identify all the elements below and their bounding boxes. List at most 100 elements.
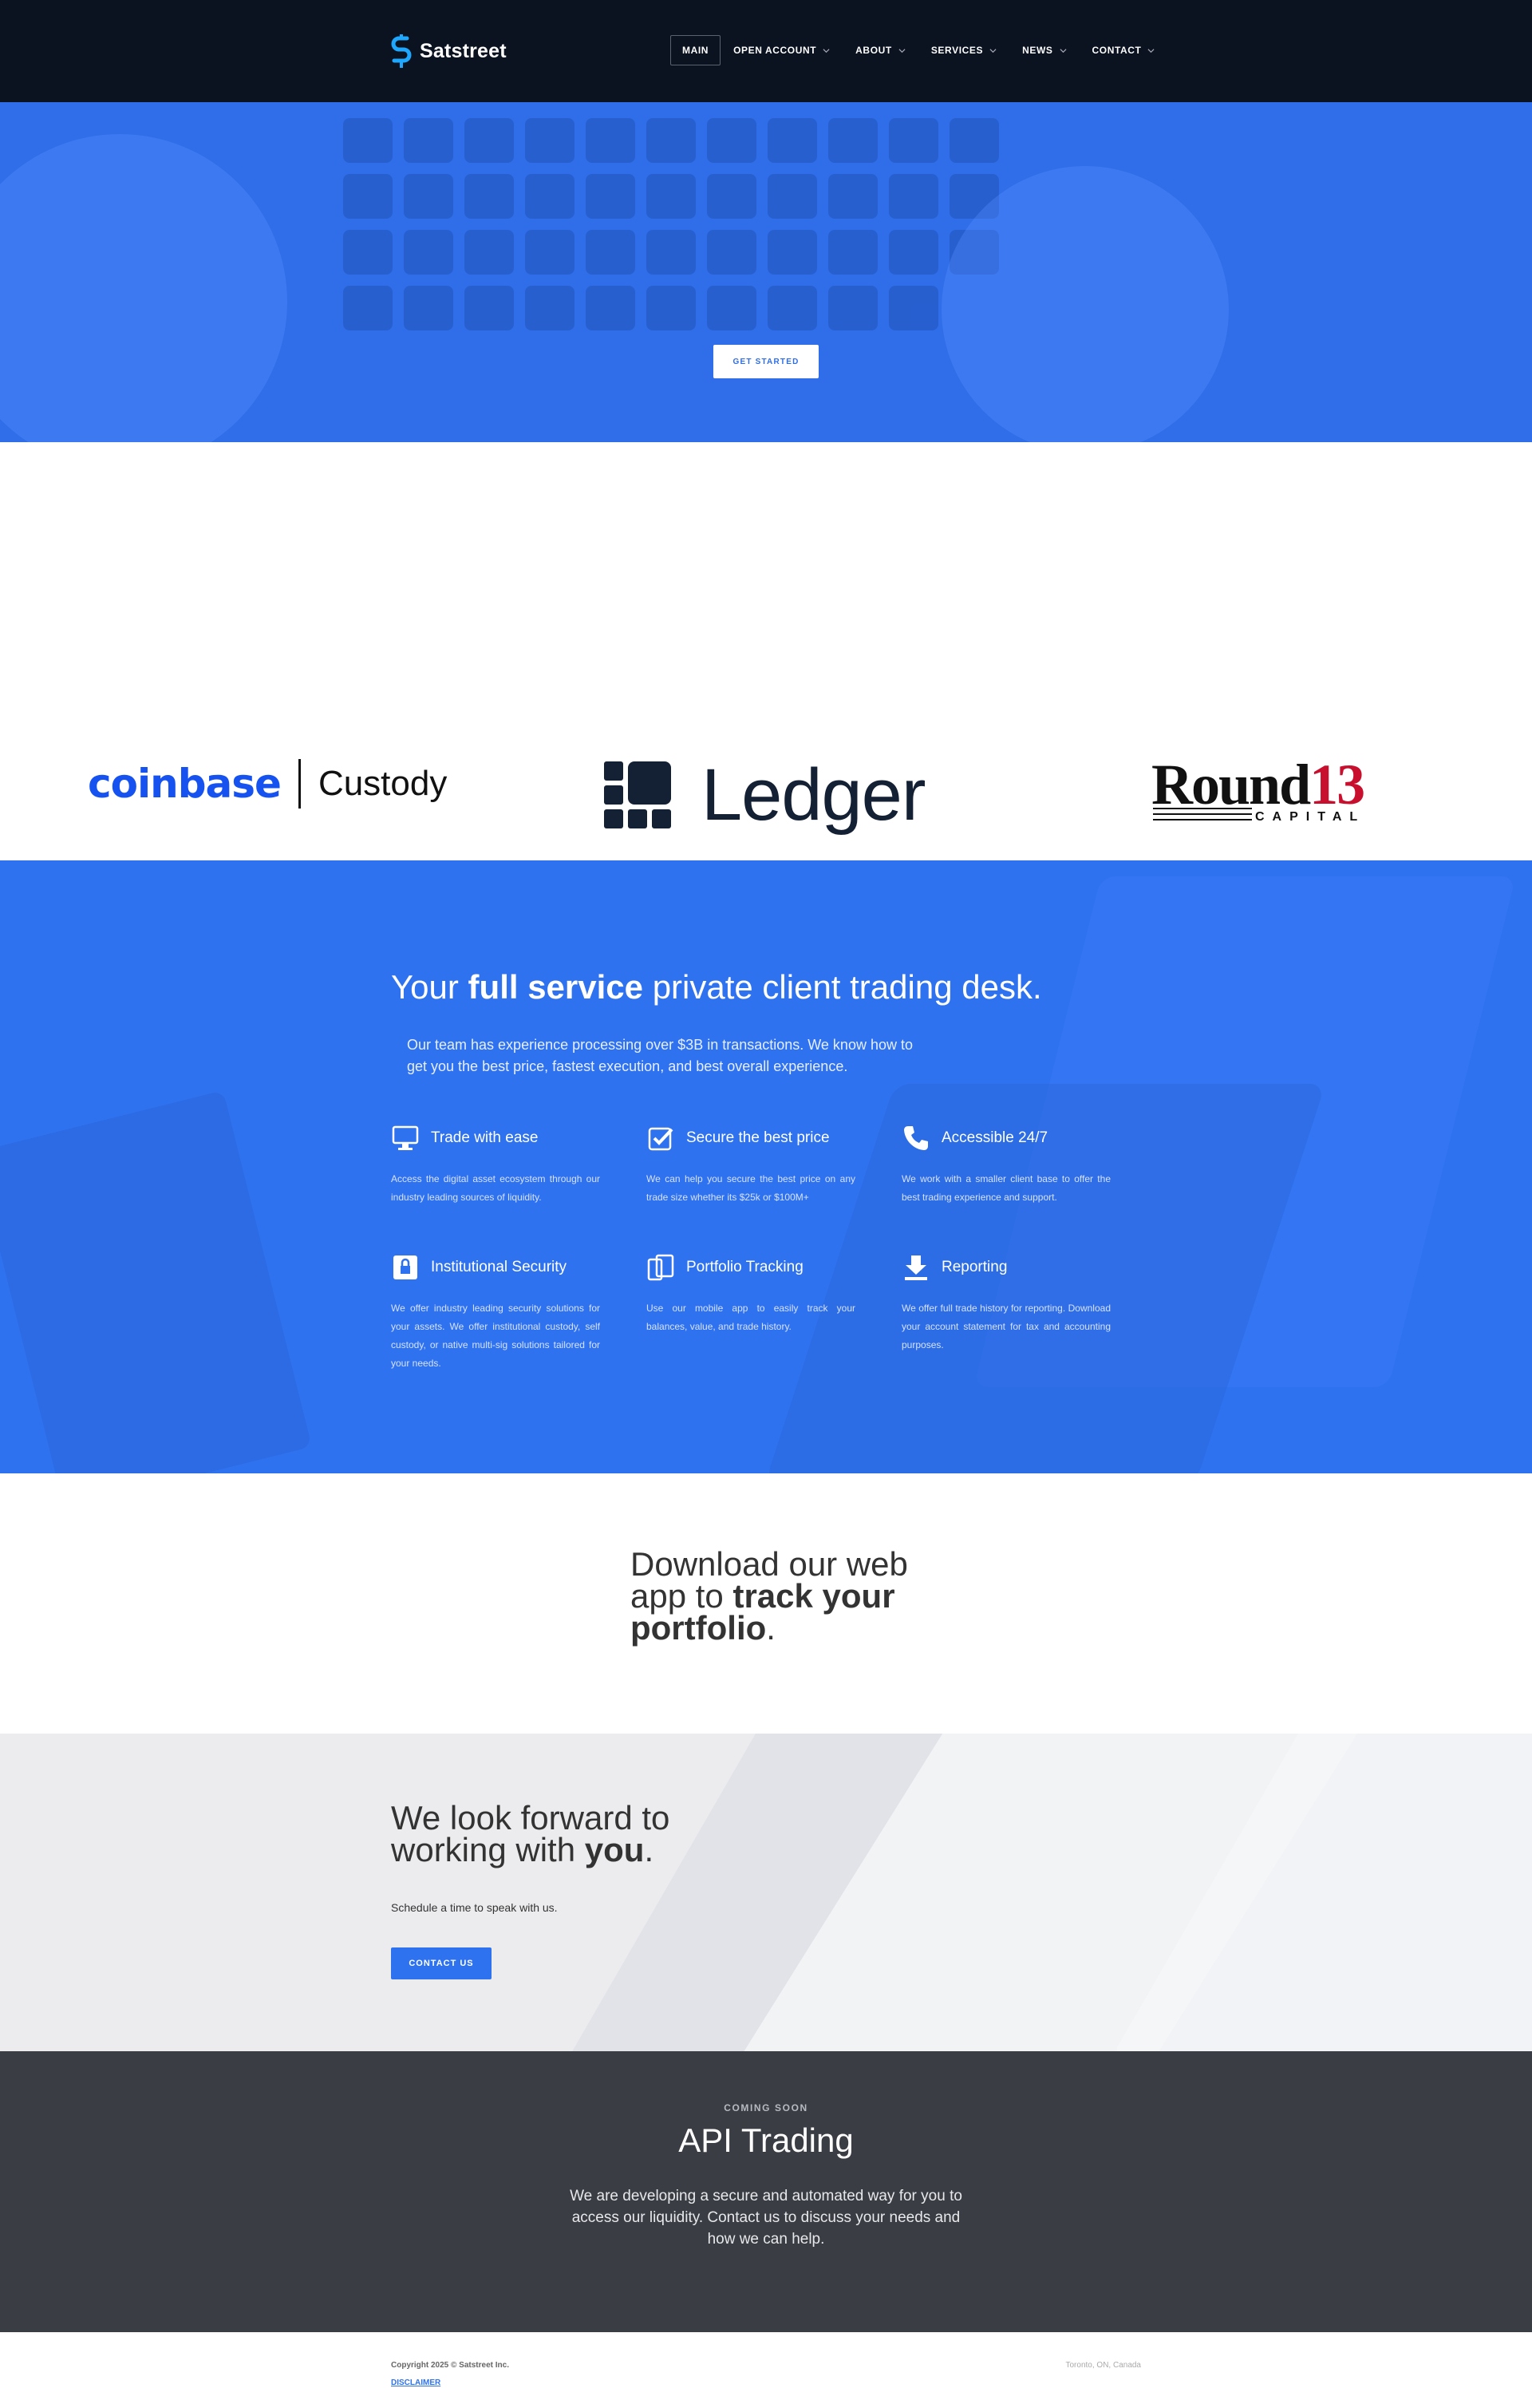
feature-head: Secure the best price (646, 1122, 855, 1154)
contact-us-button[interactable]: CONTACT US (391, 1947, 492, 1979)
hero-blur-shape (942, 166, 1229, 442)
chevron-down-icon (989, 48, 997, 53)
heading-text: Your (391, 968, 459, 1006)
download-heading: Download our web app to track your portf… (630, 1548, 965, 1645)
keyboard-key-shape (404, 174, 453, 219)
nav-label: Contact (1092, 45, 1142, 56)
logo-rule (1153, 819, 1252, 820)
keyboard-key-shape (464, 230, 514, 275)
keyboard-key-shape (404, 230, 453, 275)
keyboard-background-shape (0, 1090, 312, 1473)
feature-head: Accessible 24/7 (902, 1122, 1111, 1154)
keyboard-key-shape (828, 286, 878, 330)
disclaimer-link[interactable]: DISCLAIMER (391, 2378, 440, 2387)
round13-capital-logo[interactable]: Round13 CAPITAL (1151, 752, 1391, 832)
feature-title: Institutional Security (431, 1259, 567, 1275)
feature-head: Trade with ease (391, 1122, 600, 1154)
keyboard-key-shape (646, 174, 696, 219)
logo-divider (298, 759, 301, 809)
heading-emphasis: you (584, 1831, 645, 1868)
feature-text: We offer full trade history for reportin… (902, 1303, 1111, 1350)
keyboard-key-shape (889, 286, 938, 330)
feature-title: Accessible 24/7 (942, 1129, 1048, 1146)
feature-head: Institutional Security (391, 1251, 600, 1283)
nav-item-about[interactable]: About (843, 35, 918, 65)
feature-title: Portfolio Tracking (686, 1259, 804, 1275)
keyboard-key-shape (525, 286, 574, 330)
feature-reporting: Reporting We offer full trade history fo… (902, 1251, 1111, 1354)
ledger-mark-icon (604, 761, 671, 828)
site-footer: Copyright 2025 © Satstreet Inc. DISCLAIM… (0, 2332, 1532, 2408)
brand-name: Satstreet (420, 39, 507, 62)
keyboard-key-shape (828, 118, 878, 163)
custody-wordmark: Custody (318, 764, 448, 803)
round-text: Round (1151, 753, 1311, 817)
feature-text: Access the digital asset ecosystem throu… (391, 1173, 600, 1203)
features-heading: Your full service private client trading… (391, 968, 1042, 1006)
main-nav: Main Open Account About Services News Co… (670, 35, 1167, 65)
nav-label: About (855, 45, 892, 56)
feature-title: Secure the best price (686, 1129, 830, 1146)
api-description: We are developing a secure and automated… (570, 2188, 962, 2248)
location-text: Toronto, ON, Canada (1065, 2361, 1142, 2370)
chevron-down-icon (823, 48, 830, 53)
feature-trade-with-ease: Trade with ease Access the digital asset… (391, 1122, 600, 1207)
keyboard-key-shape (828, 174, 878, 219)
keyboard-key-shape (464, 118, 514, 163)
ledger-logo[interactable]: Ledger (604, 754, 926, 836)
monitor-icon (391, 1124, 420, 1153)
heading-emphasis: full service (468, 968, 644, 1006)
keyboard-key-shape (343, 230, 393, 275)
feature-secure-best-price: Secure the best price We can help you se… (646, 1122, 855, 1207)
lock-icon (391, 1253, 420, 1282)
keyboard-key-shape (343, 174, 393, 219)
nav-label: Open Account (733, 45, 817, 56)
nav-item-open-account[interactable]: Open Account (721, 35, 843, 65)
feature-title: Trade with ease (431, 1129, 539, 1146)
keyboard-key-shape (586, 118, 635, 163)
nav-item-news[interactable]: News (1009, 35, 1079, 65)
feature-text: Use our mobile app to easily track your … (646, 1303, 855, 1332)
download-icon (902, 1253, 930, 1282)
keyboard-key-shape (646, 230, 696, 275)
brand-logo[interactable]: Satstreet (389, 32, 507, 70)
partners-section: coinbase Custody Ledger Round13 CAPITAL (0, 442, 1532, 860)
logo-rule (1153, 808, 1252, 809)
hero-section (0, 102, 1532, 442)
nav-label: News (1022, 45, 1053, 56)
chevron-down-icon (1060, 48, 1067, 53)
feature-text: We can help you secure the best price on… (646, 1173, 855, 1203)
keyboard-key-shape (707, 286, 756, 330)
keyboard-key-shape (889, 230, 938, 275)
features-subtitle: Our team has experience processing over … (407, 1037, 913, 1074)
features-section: Your full service private client trading… (0, 860, 1532, 1473)
chevron-down-icon (898, 48, 906, 53)
checkbox-icon (646, 1124, 675, 1153)
coinbase-wordmark: coinbase (88, 761, 282, 807)
feature-accessible-24-7: Accessible 24/7 We work with a smaller c… (902, 1122, 1111, 1207)
nav-item-services[interactable]: Services (918, 35, 1009, 65)
site-header: Satstreet Main Open Account About Servic… (0, 0, 1532, 102)
nav-item-contact[interactable]: Contact (1080, 35, 1168, 65)
coinbase-custody-logo[interactable]: coinbase Custody (88, 752, 447, 816)
satstreet-logo-icon (391, 34, 412, 68)
heading-text: working with (391, 1831, 576, 1868)
feature-portfolio-tracking: Portfolio Tracking Use our mobile app to… (646, 1251, 855, 1336)
keyboard-key-shape (464, 174, 514, 219)
feature-head: Portfolio Tracking (646, 1251, 855, 1283)
keyboard-key-shape (525, 230, 574, 275)
keyboard-key-shape (768, 174, 817, 219)
contact-section: We look forward to working with you. Sch… (0, 1734, 1532, 2051)
keyboard-key-shape (828, 230, 878, 275)
keyboard-key-shape (464, 286, 514, 330)
api-section: COMING SOON API Trading We are developin… (0, 2051, 1532, 2332)
keyboard-key-shape (586, 286, 635, 330)
keyboard-key-shape (768, 118, 817, 163)
get-started-button[interactable]: GET STARTED (713, 345, 819, 378)
download-section: Download our web app to track your portf… (0, 1473, 1532, 1734)
contact-heading: We look forward to working with you. (391, 1801, 669, 1868)
nav-item-main[interactable]: Main (670, 35, 721, 65)
contact-subtitle: Schedule a time to speak with us. (391, 1901, 558, 1914)
keyboard-key-shape (586, 230, 635, 275)
keyboard-key-shape (646, 118, 696, 163)
